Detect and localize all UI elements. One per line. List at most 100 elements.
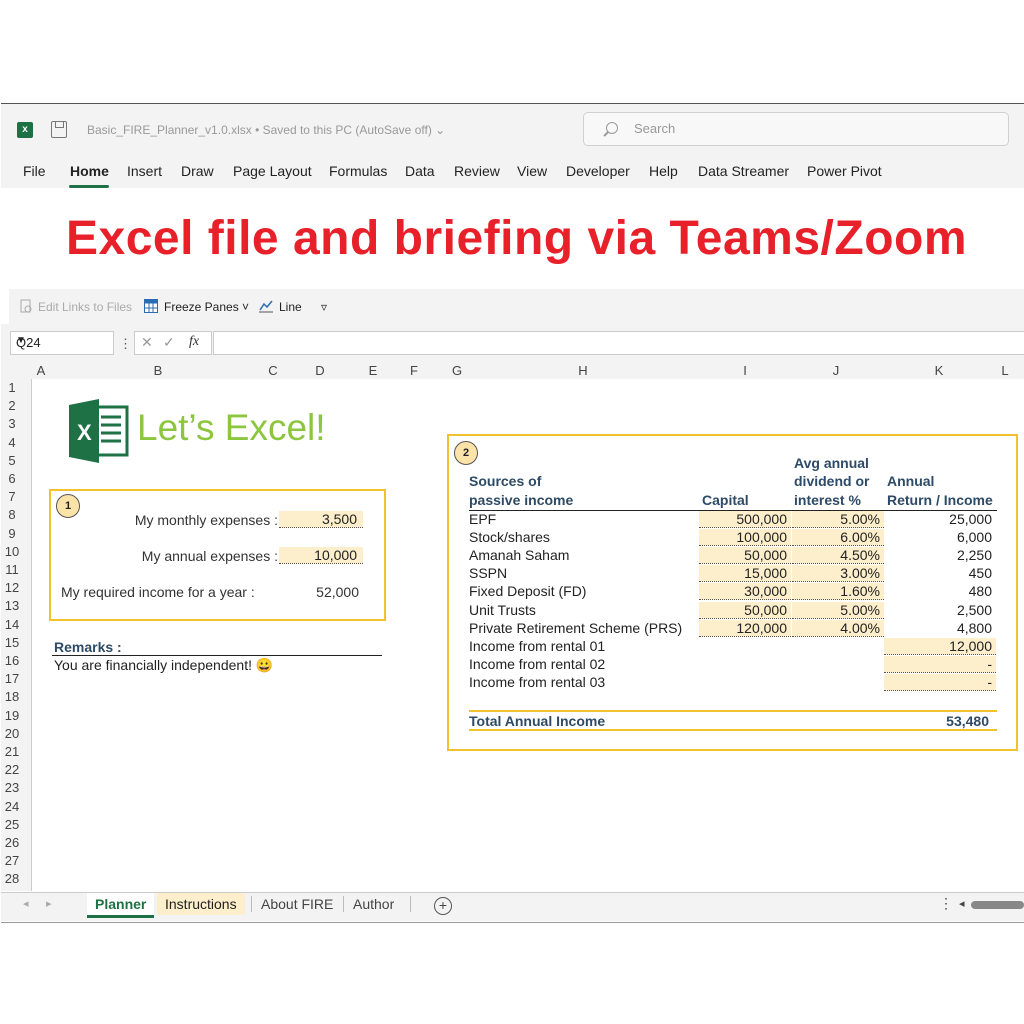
column-header-i[interactable]: I bbox=[738, 363, 752, 378]
rate-input[interactable]: 6.00% bbox=[792, 529, 884, 547]
column-header-a[interactable]: A bbox=[34, 363, 48, 378]
rental-income-input[interactable]: - bbox=[884, 673, 996, 691]
name-box[interactable]: Q24 ▼ bbox=[10, 331, 114, 355]
column-header-l[interactable]: L bbox=[998, 363, 1012, 378]
annual-expenses-input[interactable]: 10,000 bbox=[279, 547, 363, 564]
row-header[interactable]: 10 bbox=[1, 544, 23, 559]
column-header-j[interactable]: J bbox=[829, 363, 843, 378]
row-header[interactable]: 21 bbox=[1, 744, 23, 759]
sheet-tab-instructions[interactable]: Instructions bbox=[157, 893, 245, 915]
rate-input[interactable]: 4.00% bbox=[792, 619, 884, 637]
tab-review[interactable]: Review bbox=[454, 163, 500, 179]
row-header[interactable]: 22 bbox=[1, 762, 23, 777]
ribbon-tabs: File Home Insert Draw Page Layout Formul… bbox=[1, 156, 1024, 188]
tab-power-pivot[interactable]: Power Pivot bbox=[807, 163, 882, 179]
monthly-expenses-input[interactable]: 3,500 bbox=[279, 511, 363, 528]
confirm-icon[interactable]: ✓ bbox=[163, 334, 175, 351]
ribbon-more-icon[interactable]: ▿ bbox=[321, 300, 327, 314]
more-options-icon[interactable]: ⋮ bbox=[939, 895, 953, 912]
row-header[interactable]: 25 bbox=[1, 817, 23, 832]
row-header[interactable]: 14 bbox=[1, 617, 23, 632]
row-header[interactable]: 17 bbox=[1, 671, 23, 686]
freeze-panes-button[interactable]: Freeze Panes ˅ bbox=[164, 300, 249, 314]
cancel-icon[interactable]: ✕ bbox=[141, 334, 153, 351]
row-header[interactable]: 18 bbox=[1, 689, 23, 704]
column-header-b[interactable]: B bbox=[151, 363, 165, 378]
column-headers: A B C D E F G H I J K L bbox=[1, 362, 1024, 380]
column-header-d[interactable]: D bbox=[313, 363, 327, 378]
sheet-tab-about-fire[interactable]: About FIRE bbox=[253, 893, 341, 915]
row-header[interactable]: 12 bbox=[1, 580, 23, 595]
tab-home[interactable]: Home bbox=[70, 163, 109, 179]
row-header[interactable]: 6 bbox=[1, 471, 23, 486]
file-name[interactable]: Basic_FIRE_Planner_v1.0.xlsx • Saved to … bbox=[87, 123, 445, 137]
capital-input[interactable]: 120,000 bbox=[699, 619, 791, 637]
tab-view[interactable]: View bbox=[517, 163, 547, 179]
row-header[interactable]: 16 bbox=[1, 653, 23, 668]
formula-input[interactable] bbox=[213, 331, 1024, 355]
row-header[interactable]: 9 bbox=[1, 526, 23, 541]
row-header[interactable]: 7 bbox=[1, 489, 23, 504]
capital-input[interactable]: 30,000 bbox=[699, 583, 791, 601]
row-header[interactable]: 26 bbox=[1, 835, 23, 850]
column-header-c[interactable]: C bbox=[266, 363, 280, 378]
row-header[interactable]: 23 bbox=[1, 780, 23, 795]
column-header-g[interactable]: G bbox=[450, 363, 464, 378]
tab-page-layout[interactable]: Page Layout bbox=[233, 163, 312, 179]
scroll-left-icon[interactable]: ◂ bbox=[959, 897, 965, 910]
rate-input[interactable]: 1.60% bbox=[792, 583, 884, 601]
capital-input[interactable]: 500,000 bbox=[699, 511, 791, 528]
horizontal-scrollbar[interactable] bbox=[971, 901, 1024, 909]
more-options-icon[interactable]: ⋮ bbox=[119, 336, 132, 352]
column-header-e[interactable]: E bbox=[366, 363, 380, 378]
capital-input[interactable]: 50,000 bbox=[699, 601, 791, 619]
row-header[interactable]: 28 bbox=[1, 871, 23, 886]
sheet-tab-planner[interactable]: Planner bbox=[87, 893, 155, 918]
row-header[interactable]: 15 bbox=[1, 635, 23, 650]
row-header[interactable]: 4 bbox=[1, 435, 23, 450]
capital-input[interactable]: 50,000 bbox=[699, 547, 791, 565]
row-header[interactable]: 27 bbox=[1, 853, 23, 868]
row-header[interactable]: 1 bbox=[1, 380, 23, 395]
save-icon[interactable] bbox=[51, 121, 67, 138]
line-chart-button[interactable]: Line bbox=[279, 300, 302, 314]
tab-help[interactable]: Help bbox=[649, 163, 678, 179]
column-header-h[interactable]: H bbox=[576, 363, 590, 378]
row-header[interactable]: 2 bbox=[1, 398, 23, 413]
tab-data-streamer[interactable]: Data Streamer bbox=[698, 163, 789, 179]
tab-formulas[interactable]: Formulas bbox=[329, 163, 387, 179]
column-header-f[interactable]: F bbox=[407, 363, 421, 378]
capital-input[interactable]: 15,000 bbox=[699, 565, 791, 583]
tab-data[interactable]: Data bbox=[405, 163, 435, 179]
row-header[interactable]: 5 bbox=[1, 453, 23, 468]
rate-input[interactable]: 4.50% bbox=[792, 547, 884, 565]
search-icon bbox=[606, 122, 618, 134]
row-header[interactable]: 24 bbox=[1, 799, 23, 814]
capital-input[interactable]: 100,000 bbox=[699, 529, 791, 547]
rate-input[interactable]: 3.00% bbox=[792, 565, 884, 583]
next-sheet-icon[interactable]: ▸ bbox=[46, 897, 52, 910]
row-header[interactable]: 19 bbox=[1, 708, 23, 723]
tab-draw[interactable]: Draw bbox=[181, 163, 214, 179]
row-header[interactable]: 20 bbox=[1, 726, 23, 741]
rental-income-input[interactable]: 12,000 bbox=[884, 637, 996, 655]
rate-input[interactable]: 5.00% bbox=[792, 601, 884, 619]
row-header[interactable]: 11 bbox=[1, 562, 23, 577]
rental-income-input[interactable]: - bbox=[884, 655, 996, 673]
row-header[interactable]: 13 bbox=[1, 598, 23, 613]
prev-sheet-icon[interactable]: ◂ bbox=[23, 897, 29, 910]
rate-input[interactable]: 5.00% bbox=[792, 511, 884, 528]
tab-file[interactable]: File bbox=[23, 163, 46, 179]
chevron-down-icon[interactable]: ▼ bbox=[16, 335, 107, 346]
search-box[interactable]: Search bbox=[583, 112, 1009, 146]
insert-function-icon[interactable]: fx bbox=[189, 334, 199, 350]
tab-developer[interactable]: Developer bbox=[566, 163, 630, 179]
worksheet[interactable]: X Let’s Excel! 1 My monthly expenses : 3… bbox=[32, 379, 1024, 891]
row-header[interactable]: 3 bbox=[1, 416, 23, 431]
add-sheet-icon[interactable]: + bbox=[434, 897, 452, 915]
column-header-k[interactable]: K bbox=[932, 363, 946, 378]
edit-links-button[interactable]: Edit Links to Files bbox=[38, 300, 132, 314]
sheet-tab-author[interactable]: Author bbox=[345, 893, 402, 915]
row-header[interactable]: 8 bbox=[1, 507, 23, 522]
tab-insert[interactable]: Insert bbox=[127, 163, 162, 179]
